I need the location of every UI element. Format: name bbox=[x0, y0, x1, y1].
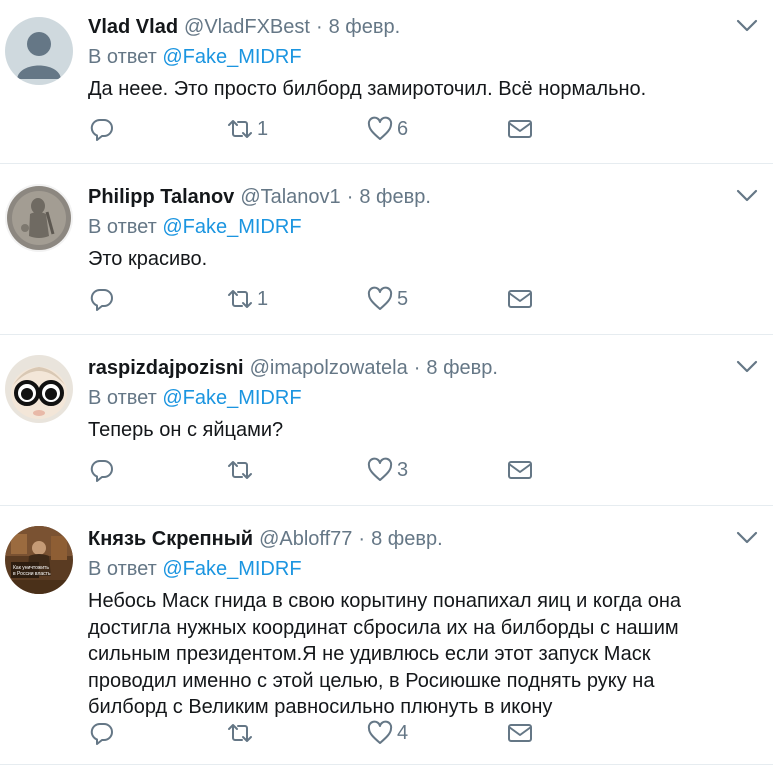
user-name[interactable]: Vlad Vlad bbox=[88, 15, 178, 39]
like-button[interactable]: 6 bbox=[366, 115, 408, 143]
reply-context: В ответ @Fake_MIDRF bbox=[88, 557, 757, 581]
timestamp[interactable]: 8 февр. bbox=[329, 15, 401, 39]
separator-dot: · bbox=[346, 186, 354, 208]
like-button[interactable]: 4 bbox=[366, 719, 408, 747]
retweet-icon bbox=[228, 461, 252, 479]
reply-context: В ответ @Fake_MIDRF bbox=[88, 45, 757, 69]
tweet-text: Небось Маск гнида в свою корытину понапи… bbox=[88, 590, 681, 718]
retweet-button[interactable]: 1 bbox=[226, 115, 268, 143]
tweet-header: Vlad Vlad @VladFXBest · 8 февр. bbox=[88, 15, 757, 39]
mention-link[interactable]: @Fake_MIDRF bbox=[162, 558, 301, 580]
default-avatar-icon[interactable] bbox=[5, 17, 73, 85]
reply-prefix: В ответ bbox=[88, 46, 157, 68]
retweet-button[interactable]: 1 bbox=[226, 285, 268, 313]
chevron-down-icon[interactable] bbox=[735, 16, 759, 36]
direct-message-button[interactable] bbox=[506, 115, 534, 143]
direct-message-button[interactable] bbox=[506, 719, 534, 747]
separator-dot: · bbox=[413, 357, 421, 379]
glasses-character-avatar-icon[interactable] bbox=[5, 355, 73, 423]
envelope-icon bbox=[508, 290, 532, 308]
mention-link[interactable]: @Fake_MIDRF bbox=[162, 46, 301, 68]
like-count: 6 bbox=[397, 117, 409, 140]
retweet-count: 1 bbox=[257, 287, 269, 310]
reply-context: В ответ @Fake_MIDRF bbox=[88, 386, 757, 410]
chevron-down-icon[interactable] bbox=[735, 528, 759, 548]
ancient-coin-avatar-icon[interactable] bbox=[5, 184, 73, 252]
reply-icon bbox=[90, 722, 113, 745]
reply-prefix: В ответ bbox=[88, 558, 157, 580]
reply-context: В ответ @Fake_MIDRF bbox=[88, 215, 757, 239]
user-name[interactable]: Philipp Talanov bbox=[88, 185, 234, 209]
reply-icon bbox=[90, 459, 113, 482]
reply-button[interactable] bbox=[88, 456, 116, 484]
tweet-item[interactable]: raspizdajpozisni @imapolzowatela · 8 фев… bbox=[0, 335, 773, 506]
tweet-text: Это красиво. bbox=[88, 248, 208, 270]
tweet-actions: 4 bbox=[88, 719, 773, 747]
like-button[interactable]: 5 bbox=[366, 285, 408, 313]
tweet-text: Да неее. Это просто билборд замироточил.… bbox=[88, 78, 647, 100]
svg-text:в России власть: в России власть bbox=[13, 571, 51, 577]
like-count: 4 bbox=[397, 721, 409, 744]
reply-icon bbox=[90, 118, 113, 141]
chevron-down-icon[interactable] bbox=[735, 357, 759, 377]
reply-button[interactable] bbox=[88, 115, 116, 143]
tweet-text: Теперь он с яйцами? bbox=[88, 419, 284, 441]
user-name[interactable]: raspizdajpozisni bbox=[88, 356, 244, 380]
reply-prefix: В ответ bbox=[88, 387, 157, 409]
reply-button[interactable] bbox=[88, 285, 116, 313]
heart-icon bbox=[367, 286, 393, 310]
tweet-item[interactable]: Как уничтожить в России власть Князь Скр… bbox=[0, 506, 773, 765]
tweet-header: raspizdajpozisni @imapolzowatela · 8 фев… bbox=[88, 356, 757, 380]
heart-icon bbox=[367, 720, 393, 744]
tweet-item[interactable]: Vlad Vlad @VladFXBest · 8 февр. В ответ … bbox=[0, 0, 773, 164]
like-button[interactable]: 3 bbox=[366, 456, 408, 484]
retweet-button[interactable] bbox=[226, 719, 257, 747]
user-handle[interactable]: @Talanov1 bbox=[240, 185, 340, 209]
tweet-header: Philipp Talanov @Talanov1 · 8 февр. bbox=[88, 185, 757, 209]
heart-icon bbox=[367, 457, 393, 481]
like-count: 3 bbox=[397, 458, 409, 481]
separator-dot: · bbox=[315, 16, 323, 38]
envelope-icon bbox=[508, 724, 532, 742]
mention-link[interactable]: @Fake_MIDRF bbox=[162, 216, 301, 238]
retweet-icon bbox=[228, 724, 252, 742]
heart-icon bbox=[367, 116, 393, 140]
reply-button[interactable] bbox=[88, 719, 116, 747]
retweet-button[interactable] bbox=[226, 456, 257, 484]
reply-icon bbox=[90, 288, 113, 311]
timestamp[interactable]: 8 февр. bbox=[426, 356, 498, 380]
direct-message-button[interactable] bbox=[506, 456, 534, 484]
like-count: 5 bbox=[397, 287, 409, 310]
tweet-actions: 1 5 bbox=[88, 285, 773, 313]
direct-message-button[interactable] bbox=[506, 285, 534, 313]
tweet-header: Князь Скрепный @Abloff77 · 8 февр. bbox=[88, 527, 757, 551]
user-handle[interactable]: @imapolzowatela bbox=[250, 356, 408, 380]
user-handle[interactable]: @VladFXBest bbox=[184, 15, 310, 39]
envelope-icon bbox=[508, 120, 532, 138]
tweet-item[interactable]: Philipp Talanov @Talanov1 · 8 февр. В от… bbox=[0, 164, 773, 335]
user-handle[interactable]: @Abloff77 bbox=[259, 527, 352, 551]
retweet-icon bbox=[228, 290, 252, 308]
photo-avatar-icon[interactable]: Как уничтожить в России власть bbox=[5, 526, 73, 594]
timestamp[interactable]: 8 февр. bbox=[359, 185, 431, 209]
user-name[interactable]: Князь Скрепный bbox=[88, 527, 253, 551]
chevron-down-icon[interactable] bbox=[735, 186, 759, 206]
timestamp[interactable]: 8 февр. bbox=[371, 527, 443, 551]
envelope-icon bbox=[508, 461, 532, 479]
tweet-actions: 1 6 bbox=[88, 115, 773, 143]
retweet-icon bbox=[228, 120, 252, 138]
tweet-actions: 3 bbox=[88, 456, 773, 484]
separator-dot: · bbox=[358, 528, 366, 550]
reply-prefix: В ответ bbox=[88, 216, 157, 238]
retweet-count: 1 bbox=[257, 117, 269, 140]
mention-link[interactable]: @Fake_MIDRF bbox=[162, 387, 301, 409]
